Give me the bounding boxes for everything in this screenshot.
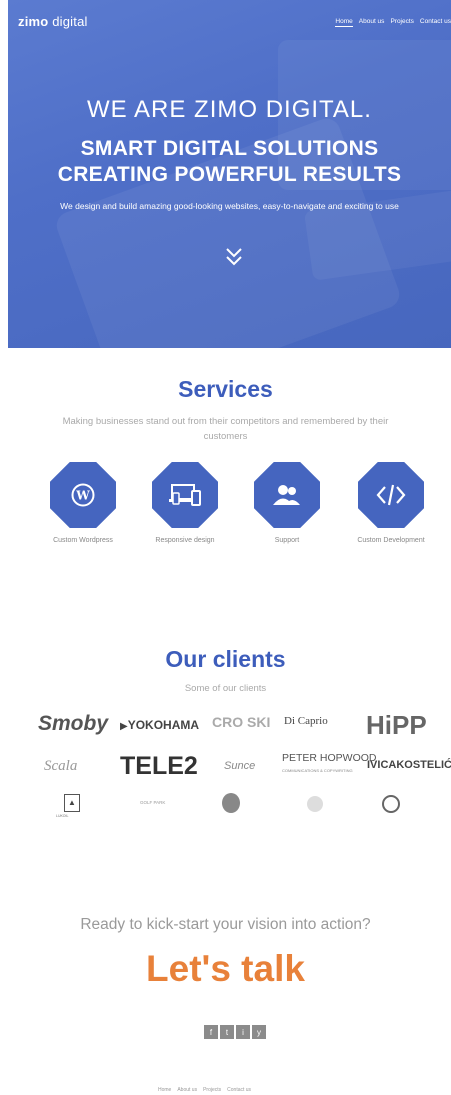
double-chevron-down-icon[interactable] — [224, 246, 244, 268]
service-label: Custom Wordpress — [53, 537, 113, 544]
hero-tagline-1: SMART DIGITAL SOLUTIONS — [80, 137, 379, 160]
client-logo-lukoil-text: LUKOIL — [56, 814, 69, 818]
svg-text:W: W — [75, 489, 90, 503]
code-icon — [376, 484, 406, 506]
client-logo-golf-park: GOLF PARK — [140, 800, 166, 805]
service-badge: W — [50, 462, 116, 528]
instagram-icon[interactable]: i — [236, 1025, 250, 1039]
service-label: Custom Development — [357, 537, 425, 544]
service-label: Support — [274, 537, 300, 544]
client-logo-yokohama: ▶YOKOHAMA — [120, 718, 200, 732]
nav-home[interactable]: Home — [335, 18, 353, 27]
footer-nav-contact-us[interactable]: Contact us — [227, 1087, 251, 1093]
hero-subtitle: We design and build amazing good-looking… — [60, 201, 399, 211]
lukoil-mark-icon: ▲ — [68, 798, 76, 807]
footer-nav-home[interactable]: Home — [158, 1087, 171, 1093]
client-logo-yokohama-text: YOKOHAMA — [127, 718, 200, 732]
site-logo[interactable]: zimo digital — [18, 14, 88, 29]
service-custom-development[interactable]: Custom Development — [346, 462, 436, 544]
twitter-icon[interactable]: t — [220, 1025, 234, 1039]
nav-projects[interactable]: Projects — [390, 18, 413, 27]
client-logo-peter-hopwood: PETER HOPWOOD — [282, 752, 377, 764]
nav-about-us[interactable]: About us — [359, 18, 385, 27]
service-support[interactable]: Support — [242, 462, 332, 544]
service-badge — [254, 462, 320, 528]
client-logo-tele2: TELE2 — [120, 752, 198, 780]
hero-banner: zimo digital Home About us Projects Cont… — [8, 0, 451, 348]
footer-nav-projects[interactable]: Projects — [203, 1087, 221, 1093]
social-links: f t i y — [204, 1025, 266, 1039]
client-logo-mascot — [222, 793, 240, 813]
devices-icon — [169, 484, 201, 506]
footer-copyright — [18, 1087, 19, 1091]
clients-title: Our clients — [165, 646, 286, 672]
footer-nav: Home About us Projects Contact us — [158, 1087, 251, 1093]
service-custom-wordpress[interactable]: W Custom Wordpress — [38, 462, 128, 544]
logo-bold-text: zimo — [18, 14, 49, 29]
client-logo-lukoil: ▲ — [64, 794, 80, 812]
youtube-icon[interactable]: y — [252, 1025, 266, 1039]
client-logo-peter-hopwood-tagline: COMMUNICATIONS & COPYWRITING — [282, 768, 353, 773]
clients-subtitle: Some of our clients — [184, 683, 267, 694]
footer-nav-about-us[interactable]: About us — [177, 1087, 197, 1093]
main-nav: Home About us Projects Contact us — [335, 18, 451, 27]
footer-credit — [436, 1087, 437, 1091]
client-logo-hipp: HiPP — [366, 710, 427, 740]
client-logo-ivica-kostelic: IVICAKOSTELIĆ — [367, 759, 451, 771]
services-subtitle: Making businesses stand out from their c… — [62, 416, 389, 442]
facebook-icon[interactable]: f — [204, 1025, 218, 1039]
logo-light-text: digital — [52, 14, 88, 29]
client-logo-round — [307, 796, 323, 812]
service-badge — [152, 462, 218, 528]
client-logo-smoby: Smoby — [38, 712, 109, 735]
cta-question: Ready to kick-start your vision into act… — [80, 916, 371, 933]
client-logo-dicaprio: Di Caprio — [284, 715, 328, 727]
users-icon — [273, 485, 300, 505]
cta-headline[interactable]: Let's talk — [0, 948, 451, 990]
services-title: Services — [178, 376, 273, 402]
client-logo-croski: CRO SKI — [212, 714, 271, 730]
service-responsive-design[interactable]: Responsive design — [140, 462, 230, 544]
service-label: Responsive design — [155, 537, 215, 544]
client-logo-badge — [382, 795, 400, 813]
client-logo-scala: Scala — [44, 758, 78, 774]
wordpress-icon: W — [71, 483, 95, 507]
client-logo-sunce: Sunce — [224, 760, 256, 772]
hero-tagline-2: CREATING POWERFUL RESULTS — [57, 163, 402, 186]
hero-heading: WE ARE ZIMO DIGITAL. — [87, 96, 372, 123]
service-badge — [358, 462, 424, 528]
nav-contact-us[interactable]: Contact us — [420, 18, 451, 27]
services-list: W Custom Wordpress Responsive design Sup… — [0, 462, 451, 562]
